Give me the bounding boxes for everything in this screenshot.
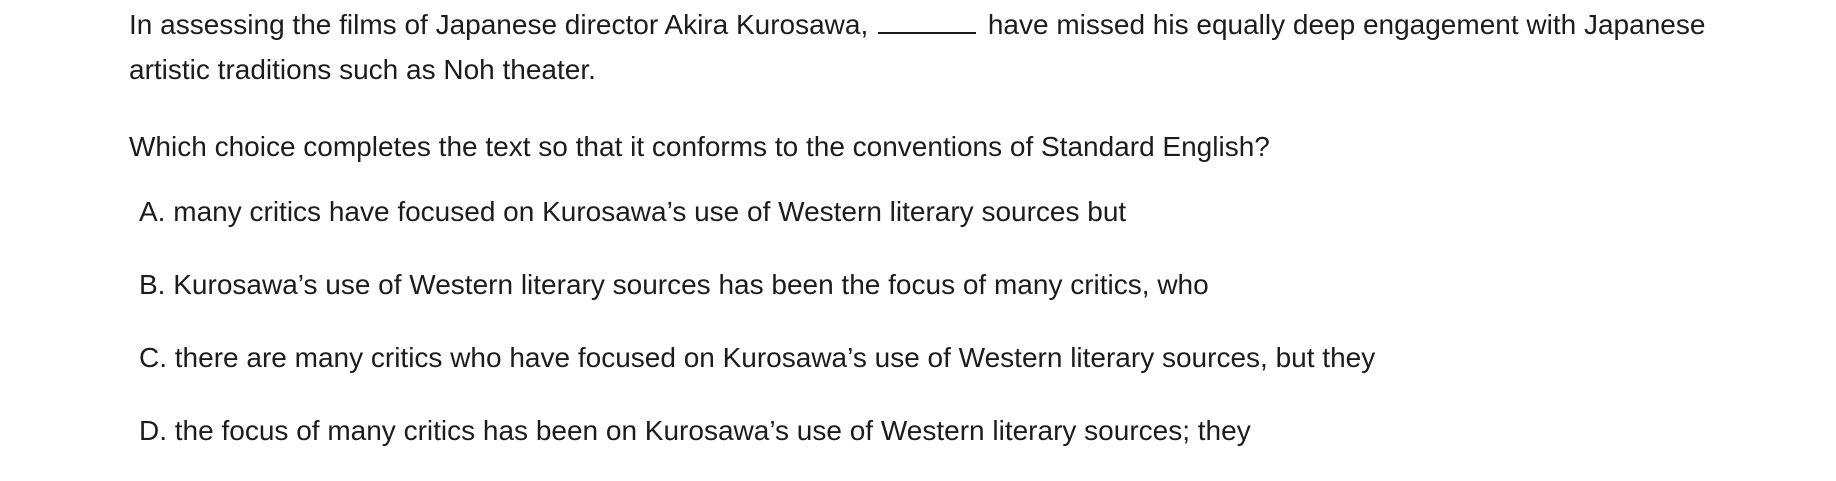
choice-c-letter: C. (139, 342, 167, 373)
choice-d-text: the focus of many critics has been on Ku… (174, 415, 1251, 446)
choice-d-letter: D. (139, 415, 167, 446)
answer-choices: A. many critics have focused on Kurosawa… (139, 189, 1375, 481)
choice-a[interactable]: A. many critics have focused on Kurosawa… (139, 189, 1375, 262)
answer-blank (878, 32, 977, 34)
question-prompt: Which choice completes the text so that … (129, 131, 1270, 162)
choice-c[interactable]: C. there are many critics who have focus… (139, 335, 1375, 408)
choice-c-text: there are many critics who have focused … (174, 342, 1376, 373)
passage-text: In assessing the films of Japanese direc… (129, 2, 1709, 92)
passage-before-blank: In assessing the films of Japanese direc… (129, 9, 869, 40)
choice-b[interactable]: B. Kurosawa’s use of Western literary so… (139, 262, 1375, 335)
choice-b-letter: B. (139, 269, 166, 300)
choice-b-text: Kurosawa’s use of Western literary sourc… (173, 269, 1209, 300)
choice-a-text: many critics have focused on Kurosawa’s … (173, 196, 1127, 227)
choice-d[interactable]: D. the focus of many critics has been on… (139, 408, 1375, 481)
choice-a-letter: A. (139, 196, 166, 227)
